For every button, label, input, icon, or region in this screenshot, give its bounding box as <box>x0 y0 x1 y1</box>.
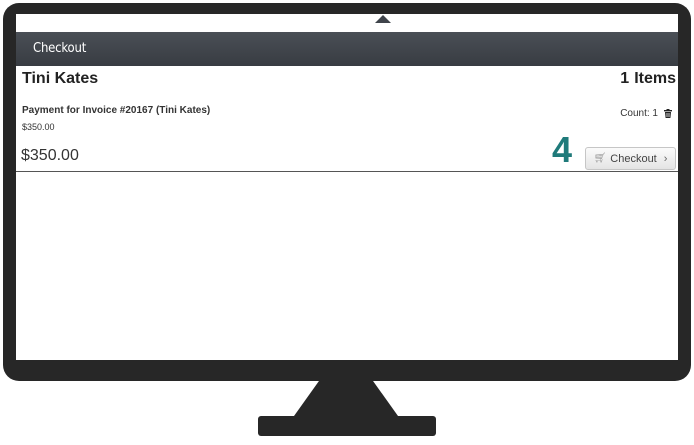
total-divider <box>16 171 678 172</box>
line-item-price: $350.00 <box>22 122 55 132</box>
screen: Checkout Tini Kates 1 Items Payment for I… <box>16 14 678 360</box>
checkout-button-label: Checkout <box>610 152 657 165</box>
monitor-base <box>258 416 436 436</box>
monitor-stand <box>294 381 398 416</box>
item-count: 1 <box>620 70 630 87</box>
items-label: Items <box>634 70 676 87</box>
cart-icon: 🛒︎ <box>593 153 607 164</box>
chevron-right-icon: › <box>663 152 668 165</box>
count-label: Count: 1 <box>620 108 658 119</box>
items-summary: 1 Items <box>615 70 676 88</box>
trash-icon[interactable] <box>664 109 672 118</box>
checkout-titlebar: Checkout <box>16 32 678 66</box>
step-number-annotation: 4 <box>552 129 573 170</box>
customer-name: Tini Kates <box>22 70 99 87</box>
line-item-description: Payment for Invoice #20167 (Tini Kates) <box>22 105 211 116</box>
checkout-button[interactable]: 🛒︎ Checkout › <box>585 147 676 170</box>
monitor-frame: Checkout Tini Kates 1 Items Payment for I… <box>3 3 691 381</box>
line-item-count: Count: 1 <box>620 108 672 119</box>
window-title: Checkout <box>33 41 87 56</box>
cart-total: $350.00 <box>21 147 79 164</box>
popover-pointer <box>375 15 391 23</box>
